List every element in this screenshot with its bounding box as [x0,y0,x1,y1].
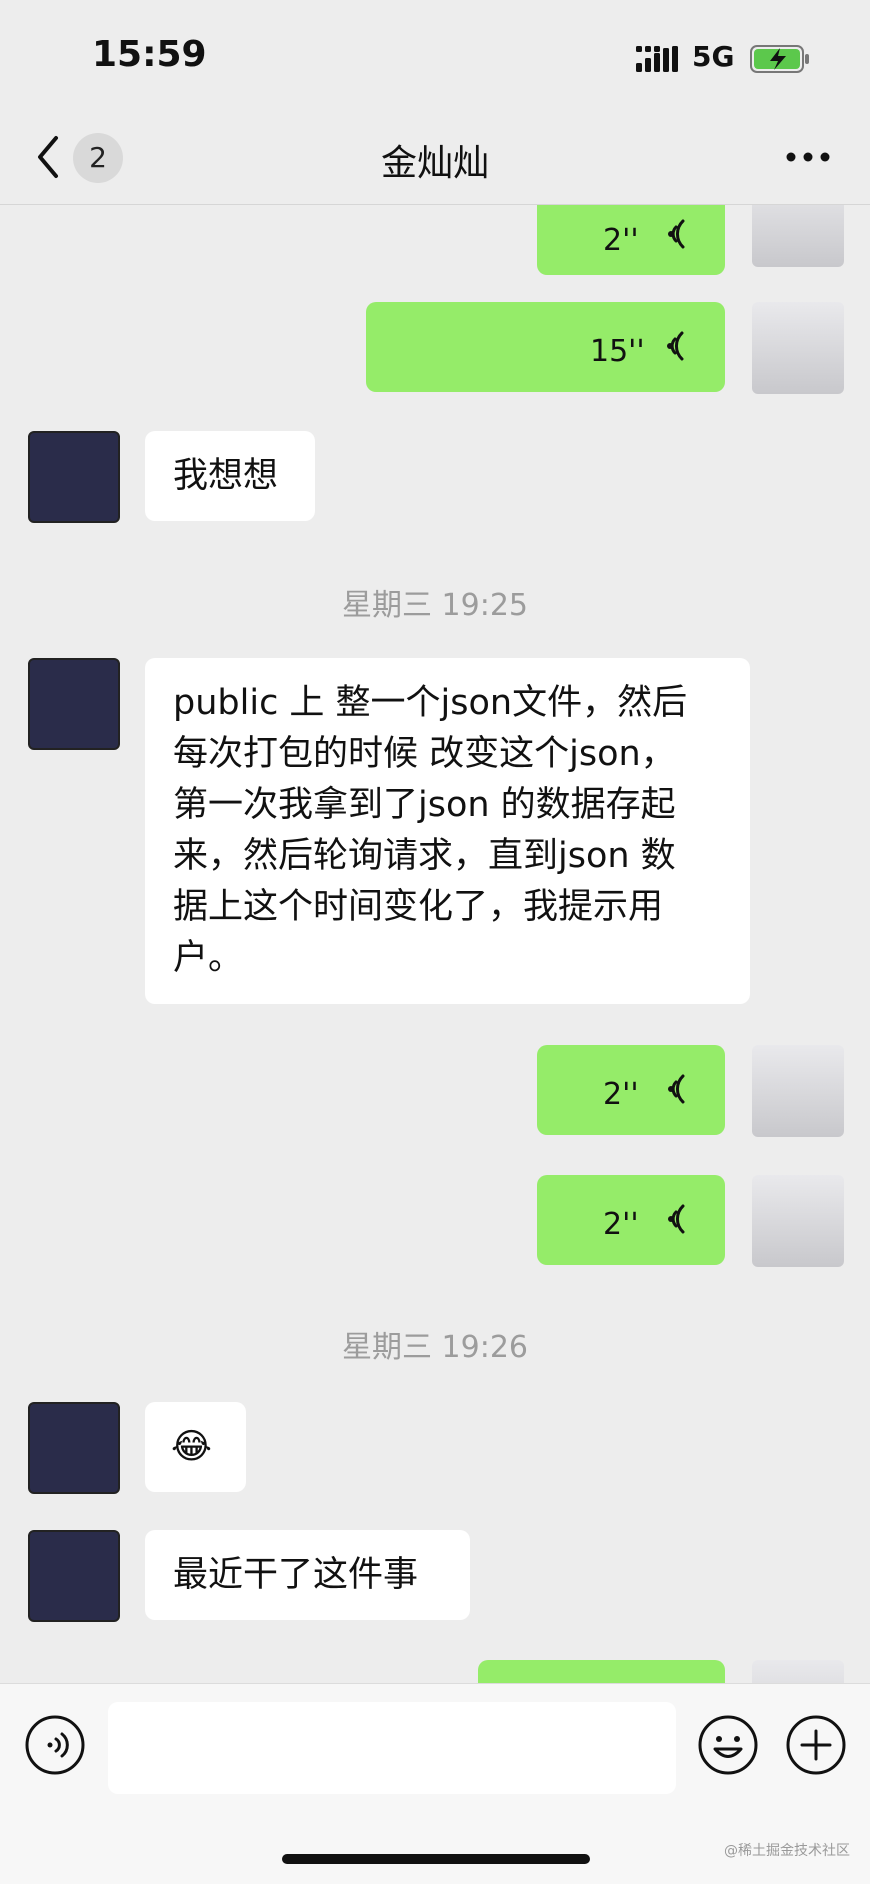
voice-duration: 2'' [603,1207,639,1242]
plus-icon[interactable] [785,1714,847,1776]
voice-wave-icon [667,331,684,361]
network-type: 5G [692,40,735,73]
status-time: 15:59 [92,34,207,75]
emoji-bubble[interactable]: 😂 [145,1402,246,1492]
outgoing-voice-message[interactable]: 2'' [0,1175,870,1275]
voice-duration: 15'' [590,334,645,369]
text-bubble[interactable]: 最近干了这件事 [145,1530,470,1620]
voice-duration: 2'' [603,1077,639,1112]
contact-avatar[interactable] [28,658,120,750]
voice-bubble[interactable]: 2'' [537,205,725,275]
incoming-emoji-message[interactable]: 😂 [0,1402,870,1502]
home-indicator[interactable] [282,1854,590,1864]
contact-avatar[interactable] [28,1402,120,1494]
voice-bubble[interactable]: 15'' [366,302,725,392]
emoji-icon[interactable] [697,1714,759,1776]
message-text: public 上 整一个json文件，然后 每次打包的时候 改变这个json， … [173,678,687,984]
voice-bubble[interactable] [478,1660,725,1683]
message-text: 我想想 [173,456,279,496]
outgoing-voice-message[interactable]: 2'' [0,205,870,295]
timestamp-separator: 星期三 19:25 [342,588,528,623]
message-line: 第一次我拿到了json 的数据存起 [173,785,676,825]
text-bubble[interactable]: 我想想 [145,431,315,521]
timestamp-separator: 星期三 19:26 [342,1330,528,1365]
incoming-text-message[interactable]: 最近干了这件事 [0,1530,870,1630]
signal-icon [636,46,678,72]
message-line: public 上 整一个json文件，然后 [173,683,688,723]
message-text-input[interactable] [108,1702,676,1794]
outgoing-voice-message[interactable] [0,1660,870,1683]
my-avatar[interactable] [752,302,844,394]
voice-wave-icon [668,1074,685,1104]
outgoing-voice-message[interactable]: 15'' [0,302,870,402]
message-text: 最近干了这件事 [173,1555,419,1595]
outgoing-voice-message[interactable]: 2'' [0,1045,870,1145]
incoming-text-message[interactable]: public 上 整一个json文件，然后 每次打包的时候 改变这个json， … [0,658,870,1008]
voice-input-toggle-icon[interactable] [24,1714,86,1776]
my-avatar[interactable] [752,205,844,267]
chat-message-list[interactable]: 2'' 15'' 我想想 星期三 19:25 public 上 整一个json文… [0,205,870,1683]
my-avatar[interactable] [752,1660,844,1683]
message-line: 每次打包的时候 改变这个json， [173,734,676,774]
voice-duration: 2'' [603,223,639,258]
contact-avatar[interactable] [28,1530,120,1622]
contact-avatar[interactable] [28,431,120,523]
watermark-text: @稀土掘金技术社区 [724,1843,850,1859]
more-dots-icon[interactable] [786,152,830,162]
voice-bubble[interactable]: 2'' [537,1045,725,1135]
emoji-text: 😂 [171,1427,212,1467]
message-input-bar: @稀土掘金技术社区 [0,1683,870,1884]
battery-charging-icon [750,45,809,73]
my-avatar[interactable] [752,1045,844,1137]
chat-header: 2 金灿灿 [0,110,870,205]
voice-wave-icon [668,1204,685,1234]
voice-wave-icon [668,219,685,249]
incoming-text-message[interactable]: 我想想 [0,431,870,531]
status-bar: 15:59 5G [0,0,870,110]
my-avatar[interactable] [752,1175,844,1267]
message-line: 据上这个时间变化了，我提示用 [173,887,664,927]
chat-title: 金灿灿 [380,143,489,184]
text-bubble[interactable]: public 上 整一个json文件，然后 每次打包的时候 改变这个json， … [145,658,750,1004]
message-line: 来，然后轮询请求，直到json 数 [173,836,676,876]
message-line: 户。 [173,938,244,978]
voice-bubble[interactable]: 2'' [537,1175,725,1265]
